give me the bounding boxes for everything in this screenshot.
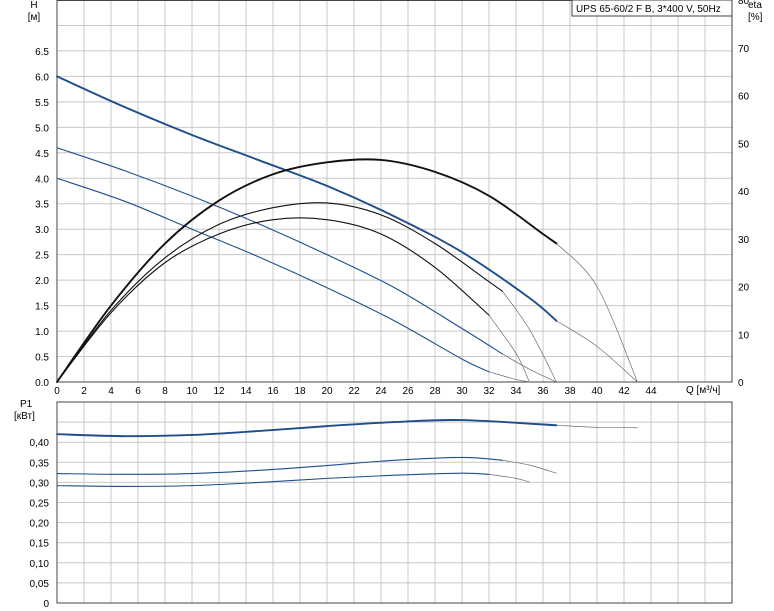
power-curve-extension-3 — [488, 474, 530, 483]
power-tick-label: 0,05 — [30, 579, 50, 590]
head-axis-label: H — [30, 0, 37, 11]
flow-tick-label: 22 — [348, 386, 360, 397]
flow-tick-label: 34 — [510, 386, 522, 397]
head-tick-label: 0.0 — [35, 378, 49, 389]
flow-tick-label: 14 — [240, 386, 252, 397]
flow-tick-label: 42 — [618, 386, 630, 397]
flow-tick-label: 0 — [54, 386, 60, 397]
head-axis-unit: [м] — [28, 12, 41, 23]
eta-axis-label: eta — [748, 0, 762, 11]
power-tick-label: 0 — [43, 599, 49, 610]
flow-tick-label: 24 — [375, 386, 387, 397]
head-tick-label: 2.5 — [35, 251, 49, 262]
power-axis-unit: [кВт] — [14, 411, 35, 422]
bottom-curves — [56, 419, 638, 487]
head-tick-label: 0.5 — [35, 353, 49, 364]
eta-tick-label: 30 — [738, 235, 750, 246]
flow-tick-label: 20 — [321, 386, 333, 397]
flow-tick-label: 30 — [456, 386, 468, 397]
head-tick-label: 6.0 — [35, 72, 49, 83]
head-tick-label: 3.0 — [35, 225, 49, 236]
flow-tick-label: 12 — [213, 386, 225, 397]
head-tick-label: 3.5 — [35, 200, 49, 211]
head-curve-1 — [56, 75, 558, 322]
flow-tick-label: 10 — [186, 386, 198, 397]
head-tick-label: 6.5 — [35, 47, 49, 58]
flow-tick-label: 6 — [135, 386, 141, 397]
eta-tick-label: 40 — [738, 187, 750, 198]
head-tick-label: 4.0 — [35, 174, 49, 185]
flow-tick-label: 44 — [645, 386, 657, 397]
head-tick-label: 4.5 — [35, 149, 49, 160]
flow-tick-label: 26 — [402, 386, 414, 397]
head-tick-label: 2.0 — [35, 276, 49, 287]
power-tick-label: 0,20 — [30, 519, 50, 530]
flow-tick-label: 2 — [81, 386, 87, 397]
head-tick-label: 5.0 — [35, 123, 49, 134]
eta-tick-label: 70 — [738, 44, 750, 55]
flow-axis-label: Q [м³/ч] — [686, 385, 721, 396]
flow-tick-label: 16 — [267, 386, 279, 397]
efficiency-curve-extension-3 — [488, 314, 530, 383]
power-tick-label: 0,15 — [30, 539, 50, 550]
top-tick-labels: 0.0 0.5 1.0 1.5 2.0 2.5 3.0 3.5 4.0 4.5 5.0 5.5 6.0 6… — [35, 0, 749, 397]
flow-tick-label: 28 — [429, 386, 441, 397]
flow-tick-label: 36 — [537, 386, 549, 397]
power-curve-2 — [56, 456, 504, 475]
power-tick-label: 0,40 — [30, 438, 50, 449]
power-tick-label: 0,25 — [30, 499, 50, 510]
pump-curve-chart: 0.0 0.5 1.0 1.5 2.0 2.5 3.0 3.5 4.0 4.5 5.0 5.5 6.0 6… — [14, 0, 763, 610]
power-tick-label: 0,30 — [30, 478, 50, 489]
eta-tick-label: 10 — [738, 330, 750, 341]
flow-tick-label: 40 — [591, 386, 603, 397]
eta-tick-label: 20 — [738, 283, 750, 294]
flow-tick-label: 4 — [108, 386, 114, 397]
eta-axis-unit: [%] — [748, 12, 763, 23]
flow-tick-label: 32 — [483, 386, 495, 397]
eta-tick-label: 60 — [738, 92, 750, 103]
flow-tick-label: 18 — [294, 386, 306, 397]
eta-tick-label: 0 — [738, 378, 744, 389]
efficiency-curve-1 — [56, 158, 558, 383]
head-tick-label: 1.5 — [35, 302, 49, 313]
eta-tick-label: 50 — [738, 139, 750, 150]
top-plot-frame — [56, 0, 733, 383]
bottom-grid — [56, 401, 733, 604]
flow-tick-label: 8 — [162, 386, 168, 397]
power-tick-label: 0,10 — [30, 559, 50, 570]
top-grid — [56, 0, 733, 383]
power-tick-label: 0,35 — [30, 458, 50, 469]
power-axis-label: P1 — [20, 399, 33, 410]
head-tick-label: 1.0 — [35, 327, 49, 338]
chart-title: UPS 65-60/2 F B, 3*400 V, 50Hz — [576, 4, 721, 15]
head-tick-label: 5.5 — [35, 98, 49, 109]
bottom-tick-labels: 0 0,05 0,10 0,15 0,20 0,25 0,30 0,35 0,40 — [30, 438, 50, 610]
efficiency-curve-extension-2 — [502, 291, 557, 383]
flow-tick-label: 38 — [564, 386, 576, 397]
head-curve-extension-3 — [488, 371, 530, 383]
